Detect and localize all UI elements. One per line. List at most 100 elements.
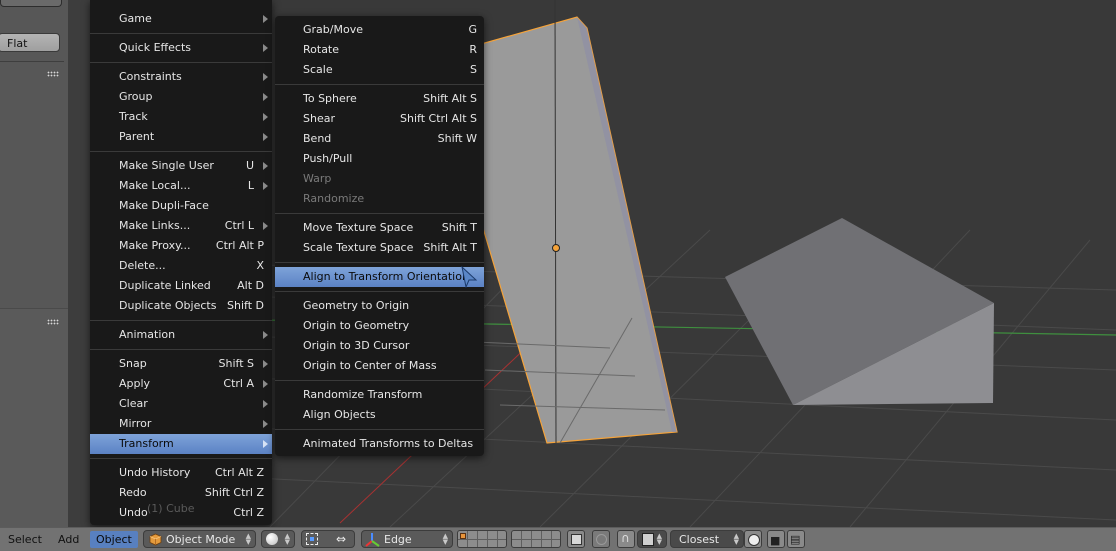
- render-opengl-image-button[interactable]: ■: [767, 530, 785, 548]
- object-menu-item[interactable]: Track: [90, 107, 272, 127]
- object-menu-item[interactable]: Snap Shift S: [90, 354, 272, 374]
- lock-layers-button[interactable]: [567, 530, 585, 548]
- camera-icon: ■: [770, 534, 781, 547]
- object-menu-button[interactable]: Object: [90, 531, 138, 548]
- transform-menu-item[interactable]: Align to Transform Orientation: [275, 267, 484, 287]
- transform-menu-item[interactable]: Randomize Transform: [275, 385, 484, 405]
- transform-menu-item[interactable]: Move Texture Space Shift T: [275, 218, 484, 238]
- transform-menu-item[interactable]: Scale Texture Space Shift Alt T: [275, 238, 484, 258]
- object-menu-item[interactable]: Parent: [90, 127, 272, 147]
- solid-sphere-icon: [266, 533, 278, 545]
- orientation-label: Edge: [384, 533, 412, 546]
- object-menu-item[interactable]: Quick Effects: [90, 38, 272, 58]
- transform-menu-item[interactable]: Geometry to Origin: [275, 296, 484, 316]
- object-menu-item[interactable]: Make Dupli-Face: [90, 196, 272, 216]
- transform-menu-item[interactable]: Push/Pull: [275, 149, 484, 169]
- object-menu-item[interactable]: Duplicate Linked Alt D: [90, 276, 272, 296]
- menu-item-label: Animation: [119, 328, 176, 341]
- menu-item-label: Move Texture Space: [303, 221, 414, 234]
- snap-toggle-button[interactable]: ∩: [617, 530, 635, 548]
- menu-separator: [90, 62, 272, 63]
- menu-item-shortcut: G: [468, 23, 477, 36]
- menu-separator: [275, 291, 484, 292]
- menu-item-shortcut: Shift Alt T: [423, 241, 477, 254]
- mode-dropdown[interactable]: Object Mode ▲ ▼: [143, 530, 256, 548]
- object-menu-item[interactable]: Duplicate Objects Shift D: [90, 296, 272, 316]
- transform-menu-item[interactable]: Origin to Center of Mass: [275, 356, 484, 376]
- menu-item-label: Origin to Center of Mass: [303, 359, 437, 372]
- object-menu-item[interactable]: Clear: [90, 394, 272, 414]
- menu-item-shortcut: Alt D: [237, 279, 264, 292]
- transform-menu-item[interactable]: Bend Shift W: [275, 129, 484, 149]
- transform-menu-item[interactable]: Grab/Move G: [275, 20, 484, 40]
- menu-item-label: Track: [119, 110, 148, 123]
- add-menu[interactable]: Add: [52, 531, 85, 548]
- snap-target-dropdown[interactable]: Closest ▲ ▼: [670, 530, 744, 548]
- transform-menu-item[interactable]: Shear Shift Ctrl Alt S: [275, 109, 484, 129]
- tool-shelf: Flat: [0, 0, 68, 528]
- object-menu-item[interactable]: Mirror: [90, 414, 272, 434]
- layer-buttons-group-1[interactable]: [457, 530, 507, 548]
- menu-item-shortcut: Shift Alt S: [423, 92, 477, 105]
- menu-item-label: Make Dupli-Face: [119, 199, 209, 212]
- submenu-arrow-icon: [263, 360, 268, 368]
- object-menu-item[interactable]: Undo History Ctrl Alt Z: [90, 463, 272, 483]
- menu-item-shortcut: X: [256, 259, 264, 272]
- panel-grip-icon[interactable]: [47, 319, 59, 325]
- object-menu-item[interactable]: Transform: [90, 434, 272, 454]
- shelf-dropdown[interactable]: [0, 0, 62, 7]
- object-menu-item[interactable]: Apply Ctrl A: [90, 374, 272, 394]
- object-menu-item[interactable]: Constraints: [90, 67, 272, 87]
- menu-item-shortcut: Ctrl Alt P: [215, 239, 264, 252]
- menu-item-label: Transform: [119, 437, 174, 450]
- object-menu-item[interactable]: Make Single User U: [90, 156, 272, 176]
- menu-item-label: Randomize Transform: [303, 388, 423, 401]
- active-layer-dot: [460, 533, 466, 539]
- object-menu-item[interactable]: Group: [90, 87, 272, 107]
- render-opengl-animation-button[interactable]: ▤: [787, 530, 805, 548]
- menu-separator: [90, 349, 272, 350]
- menu-item-label: Align Objects: [303, 408, 376, 421]
- active-object-label: (1) Cube: [147, 502, 195, 515]
- panel-grip-icon[interactable]: [47, 71, 59, 77]
- transform-menu-item[interactable]: Rotate R: [275, 40, 484, 60]
- align-rotation-button[interactable]: [744, 530, 762, 548]
- viewport-shading-dropdown[interactable]: ▲ ▼: [261, 530, 295, 548]
- transform-menu-item[interactable]: Origin to Geometry: [275, 316, 484, 336]
- object-menu-item[interactable]: Game: [90, 9, 272, 29]
- menu-separator: [275, 380, 484, 381]
- snap-element-dropdown[interactable]: ▲ ▼: [637, 530, 667, 548]
- menu-item-label: Clear: [119, 397, 148, 410]
- object-menu-item[interactable]: Delete... X: [90, 256, 272, 276]
- menu-item-shortcut: U: [245, 159, 254, 172]
- transform-menu-item[interactable]: Align Objects: [275, 405, 484, 425]
- pivot-point-dropdown[interactable]: ⇔: [301, 530, 355, 548]
- object-menu-item[interactable]: Redo Shift Ctrl Z: [90, 483, 272, 503]
- menu-item-shortcut: Shift D: [227, 299, 264, 312]
- submenu-arrow-icon: [263, 400, 268, 408]
- menu-item-shortcut: Shift T: [441, 221, 477, 234]
- transform-orientation-dropdown[interactable]: Edge ▲ ▼: [361, 530, 453, 548]
- menu-item-label: Bend: [303, 132, 332, 145]
- object-menu-item[interactable]: Animation: [90, 325, 272, 345]
- transform-menu-item[interactable]: Origin to 3D Cursor: [275, 336, 484, 356]
- transform-menu-item[interactable]: Scale S: [275, 60, 484, 80]
- select-menu[interactable]: Select: [2, 531, 48, 548]
- object-menu-item[interactable]: Make Links... Ctrl L: [90, 216, 272, 236]
- shading-flat-button[interactable]: Flat: [0, 33, 60, 52]
- clapperboard-icon: ▤: [790, 533, 801, 546]
- menu-item-shortcut: Shift Ctrl Z: [204, 486, 264, 499]
- proportional-edit-button[interactable]: [592, 530, 610, 548]
- pivot-center-dot: [310, 537, 314, 541]
- transform-menu-item[interactable]: Animated Transforms to Deltas: [275, 434, 484, 454]
- object-menu-item[interactable]: Make Proxy... Ctrl Alt P: [90, 236, 272, 256]
- menu-item-label: Randomize: [303, 192, 365, 205]
- transform-menu-item[interactable]: To Sphere Shift Alt S: [275, 89, 484, 109]
- menu-item-label: Make Local...: [119, 179, 191, 192]
- updown-icon: ▲ ▼: [733, 532, 739, 546]
- layer-buttons-group-2[interactable]: [511, 530, 561, 548]
- object-menu-item[interactable]: Make Local... L: [90, 176, 272, 196]
- transform-manipulator-icon[interactable]: ⇔: [336, 532, 346, 546]
- menu-item-shortcut: Ctrl A: [223, 377, 254, 390]
- mode-label: Object Mode: [166, 533, 236, 546]
